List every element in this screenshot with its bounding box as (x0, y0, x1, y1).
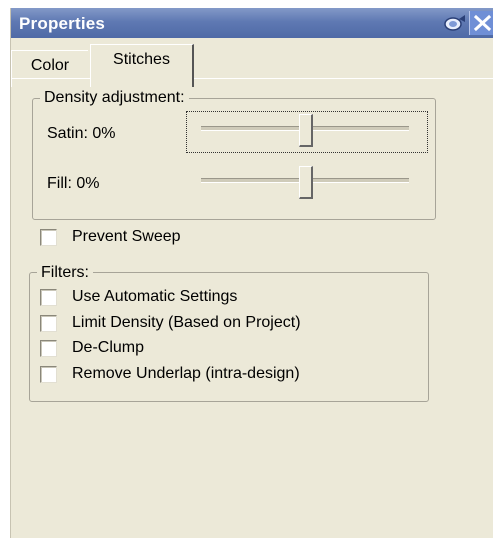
prevent-sweep-checkbox-row[interactable]: Prevent Sweep (40, 228, 280, 248)
use-automatic-settings-label: Use Automatic Settings (72, 288, 238, 305)
tab-color-label: Color (30, 57, 70, 74)
remove-underlap-checkbox[interactable] (40, 366, 57, 383)
prevent-sweep-checkbox[interactable] (40, 229, 57, 246)
fill-label: Fill: 0% (47, 175, 100, 192)
de-clump-label: De-Clump (72, 339, 145, 356)
density-group-label: Density adjustment: (40, 89, 189, 107)
properties-panel: Properties Color Stitches Density adjust… (10, 8, 493, 538)
filter-item-de-clump[interactable]: De-Clump (40, 339, 420, 359)
filter-item-automatic-settings[interactable]: Use Automatic Settings (40, 288, 420, 308)
use-automatic-settings-checkbox[interactable] (40, 289, 57, 306)
tab-color[interactable]: Color (11, 50, 88, 87)
de-clump-checkbox[interactable] (40, 340, 57, 357)
title-bar: Properties (11, 8, 493, 38)
tab-strip: Color Stitches (11, 40, 493, 87)
remove-underlap-label: Remove Underlap (intra-design) (72, 365, 300, 382)
tab-divider (11, 78, 493, 79)
tab-stitches-label: Stitches (113, 51, 170, 68)
filter-item-limit-density[interactable]: Limit Density (Based on Project) (40, 314, 420, 334)
prevent-sweep-label: Prevent Sweep (72, 228, 181, 245)
limit-density-checkbox[interactable] (40, 315, 57, 332)
close-icon[interactable] (469, 11, 493, 35)
tab-stitches[interactable]: Stitches (90, 44, 194, 87)
fill-slider[interactable] (187, 164, 427, 204)
satin-label: Satin: 0% (47, 125, 116, 142)
satin-slider-thumb[interactable] (299, 114, 313, 147)
panel-title: Properties (19, 14, 106, 33)
limit-density-label: Limit Density (Based on Project) (72, 314, 301, 331)
pin-icon[interactable] (443, 13, 467, 33)
filters-group-label: Filters: (37, 264, 93, 282)
fill-slider-thumb[interactable] (299, 166, 313, 199)
satin-slider[interactable] (186, 111, 428, 153)
filter-item-remove-underlap[interactable]: Remove Underlap (intra-design) (40, 365, 420, 385)
